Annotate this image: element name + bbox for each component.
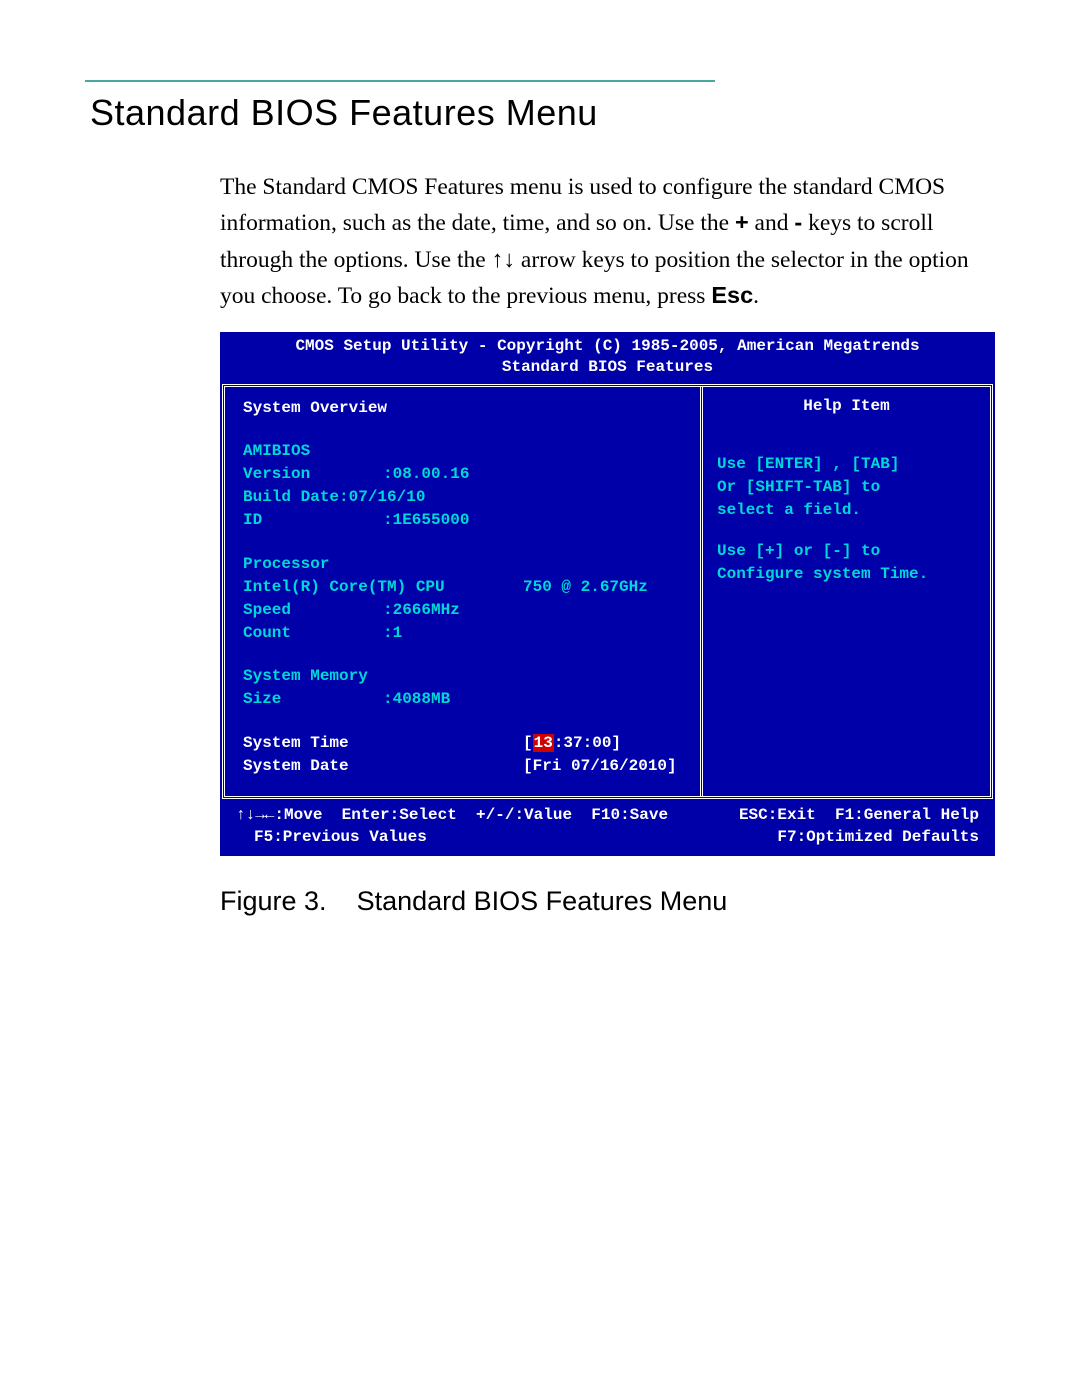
cpu-name: Intel(R) Core(TM) CPU bbox=[243, 576, 523, 599]
footer-value: +/-/:Value bbox=[476, 806, 572, 824]
system-date-label: System Date bbox=[243, 755, 523, 778]
version-label: Version bbox=[243, 463, 383, 486]
footer-f7: F7:Optimized Defaults bbox=[777, 827, 979, 849]
system-date-value: [Fri 07/16/2010] bbox=[523, 755, 677, 778]
intro-and: and bbox=[749, 210, 795, 236]
bios-help-panel: Help Item Use [ENTER] , [TAB] Or [SHIFT-… bbox=[700, 387, 990, 796]
plus-key: + bbox=[735, 209, 749, 235]
system-memory-label: System Memory bbox=[243, 665, 682, 688]
help-line2: Or [SHIFT-TAB] to bbox=[717, 476, 976, 499]
size-label: Size bbox=[243, 688, 383, 711]
build-date: Build Date:07/16/10 bbox=[243, 486, 682, 509]
system-time-label: System Time bbox=[243, 732, 523, 755]
help-line3: select a field. bbox=[717, 499, 976, 522]
footer-exit: ESC:Exit bbox=[739, 806, 816, 824]
size-value: :4088MB bbox=[383, 688, 450, 711]
help-line5: Configure system Time. bbox=[717, 563, 976, 586]
time-rest: :37:00] bbox=[554, 734, 621, 752]
amibios-label: AMIBIOS bbox=[243, 440, 682, 463]
count-value: :1 bbox=[383, 622, 402, 645]
bios-left-panel: System Overview AMIBIOS Version :08.00.1… bbox=[225, 387, 700, 796]
system-time-value: [13:37:00] bbox=[523, 732, 621, 755]
processor-label: Processor bbox=[243, 553, 682, 576]
footer-move: ↑↓→←:Move bbox=[236, 806, 322, 824]
figure-caption: Figure 3. Standard BIOS Features Menu bbox=[220, 886, 990, 917]
esc-key: Esc bbox=[711, 282, 753, 308]
arrow-keys: ↑↓ bbox=[492, 246, 516, 272]
count-label: Count bbox=[243, 622, 383, 645]
time-hours-highlight: 13 bbox=[533, 734, 554, 752]
version-value: :08.00.16 bbox=[383, 463, 469, 486]
footer-f5: F5:Previous Values bbox=[236, 827, 427, 849]
bios-header: CMOS Setup Utility - Copyright (C) 1985-… bbox=[220, 332, 995, 384]
help-item-title: Help Item bbox=[717, 397, 976, 415]
bios-header-line2: Standard BIOS Features bbox=[220, 357, 995, 378]
help-line4: Use [+] or [-] to bbox=[717, 540, 976, 563]
footer-help: F1:General Help bbox=[835, 806, 979, 824]
id-value: :1E655000 bbox=[383, 509, 469, 532]
speed-value: :2666MHz bbox=[383, 599, 460, 622]
footer-enter: Enter:Select bbox=[342, 806, 457, 824]
figure-text: Standard BIOS Features Menu bbox=[357, 886, 728, 916]
minus-key: - bbox=[794, 209, 802, 235]
id-label: ID bbox=[243, 509, 383, 532]
bios-screenshot: CMOS Setup Utility - Copyright (C) 1985-… bbox=[220, 332, 995, 856]
system-overview-label: System Overview bbox=[243, 397, 682, 420]
cpu-model: 750 @ 2.67GHz bbox=[523, 576, 648, 599]
intro-period: . bbox=[753, 283, 759, 309]
bios-header-line1: CMOS Setup Utility - Copyright (C) 1985-… bbox=[220, 336, 995, 357]
section-title: Standard BIOS Features Menu bbox=[90, 92, 990, 134]
bios-footer: ↑↓→←:Move Enter:Select +/-/:Value F10:Sa… bbox=[220, 799, 995, 856]
footer-save: F10:Save bbox=[591, 806, 668, 824]
help-line1: Use [ENTER] , [TAB] bbox=[717, 453, 976, 476]
figure-label: Figure 3. bbox=[220, 886, 327, 916]
speed-label: Speed bbox=[243, 599, 383, 622]
intro-paragraph: The Standard CMOS Features menu is used … bbox=[220, 170, 990, 314]
